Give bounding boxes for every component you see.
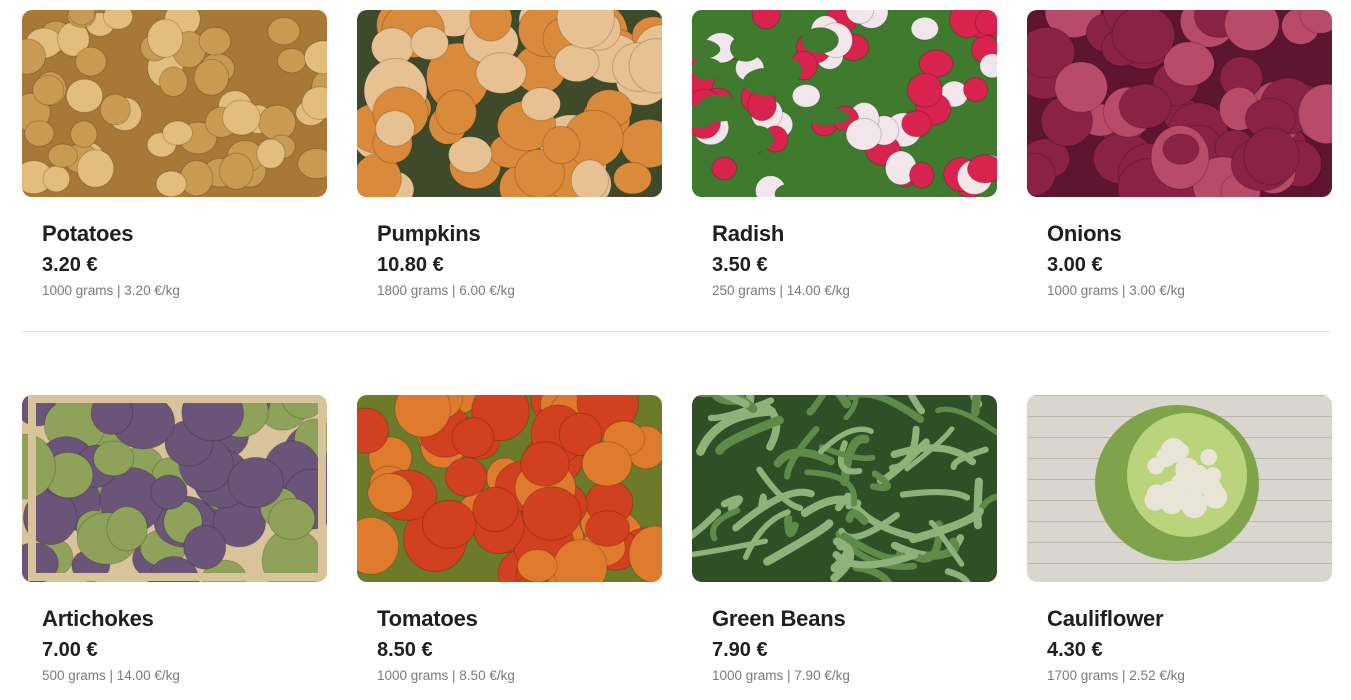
product-unit-price: 1000 grams | 3.00 €/kg bbox=[1047, 283, 1185, 298]
product-price: 3.00 € bbox=[1047, 254, 1103, 276]
potatoes-photo bbox=[22, 10, 327, 197]
artichokes-photo bbox=[22, 395, 327, 582]
product-card-radish[interactable]: Radish 3.50 € 250 grams | 14.00 €/kg bbox=[692, 10, 997, 300]
product-price: 10.80 € bbox=[377, 254, 444, 276]
product-price: 7.00 € bbox=[42, 639, 98, 661]
product-name[interactable]: Onions bbox=[1047, 221, 1332, 247]
product-info: Pumpkins 10.80 € 1800 grams | 6.00 €/kg bbox=[357, 197, 662, 300]
product-price: 4.30 € bbox=[1047, 639, 1103, 661]
product-info: Cauliflower 4.30 € 1700 grams | 2.52 €/k… bbox=[1027, 582, 1332, 685]
product-info: Potatoes 3.20 € 1000 grams | 3.20 €/kg bbox=[22, 197, 327, 300]
product-info: Onions 3.00 € 1000 grams | 3.00 €/kg bbox=[1027, 197, 1332, 300]
product-card-artichokes[interactable]: Artichokes 7.00 € 500 grams | 14.00 €/kg bbox=[22, 395, 327, 685]
product-unit-price: 1000 grams | 7.90 €/kg bbox=[712, 668, 850, 683]
product-price: 3.20 € bbox=[42, 254, 98, 276]
product-info: Tomatoes 8.50 € 1000 grams | 8.50 €/kg bbox=[357, 582, 662, 685]
product-price: 8.50 € bbox=[377, 639, 433, 661]
product-grid: Potatoes 3.20 € 1000 grams | 3.20 €/kg P… bbox=[22, 10, 1332, 685]
product-name[interactable]: Radish bbox=[712, 221, 997, 247]
product-card-pumpkins[interactable]: Pumpkins 10.80 € 1800 grams | 6.00 €/kg bbox=[357, 10, 662, 300]
product-name[interactable]: Tomatoes bbox=[377, 606, 662, 632]
product-unit-price: 1000 grams | 3.20 €/kg bbox=[42, 283, 180, 298]
cauliflower-photo bbox=[1027, 395, 1332, 582]
product-name[interactable]: Artichokes bbox=[42, 606, 327, 632]
product-name[interactable]: Potatoes bbox=[42, 221, 327, 247]
product-price: 3.50 € bbox=[712, 254, 768, 276]
product-info: Green Beans 7.90 € 1000 grams | 7.90 €/k… bbox=[692, 582, 997, 685]
product-unit-price: 1800 grams | 6.00 €/kg bbox=[377, 283, 515, 298]
product-info: Radish 3.50 € 250 grams | 14.00 €/kg bbox=[692, 197, 997, 300]
product-row-1: Potatoes 3.20 € 1000 grams | 3.20 €/kg P… bbox=[22, 10, 1332, 300]
product-unit-price: 250 grams | 14.00 €/kg bbox=[712, 283, 850, 298]
product-row-2: Artichokes 7.00 € 500 grams | 14.00 €/kg… bbox=[22, 395, 1332, 685]
row-divider bbox=[22, 331, 1331, 332]
tomatoes-photo bbox=[357, 395, 662, 582]
product-image[interactable] bbox=[692, 10, 997, 197]
product-image[interactable] bbox=[692, 395, 997, 582]
product-info: Artichokes 7.00 € 500 grams | 14.00 €/kg bbox=[22, 582, 327, 685]
product-card-green-beans[interactable]: Green Beans 7.90 € 1000 grams | 7.90 €/k… bbox=[692, 395, 997, 685]
product-image[interactable] bbox=[1027, 10, 1332, 197]
radish-photo bbox=[692, 10, 997, 197]
product-image[interactable] bbox=[357, 10, 662, 197]
product-name[interactable]: Pumpkins bbox=[377, 221, 662, 247]
product-name[interactable]: Green Beans bbox=[712, 606, 997, 632]
product-card-tomatoes[interactable]: Tomatoes 8.50 € 1000 grams | 8.50 €/kg bbox=[357, 395, 662, 685]
product-image[interactable] bbox=[22, 10, 327, 197]
product-card-potatoes[interactable]: Potatoes 3.20 € 1000 grams | 3.20 €/kg bbox=[22, 10, 327, 300]
product-unit-price: 500 grams | 14.00 €/kg bbox=[42, 668, 180, 683]
product-image[interactable] bbox=[22, 395, 327, 582]
product-image[interactable] bbox=[1027, 395, 1332, 582]
onions-photo bbox=[1027, 10, 1332, 197]
product-card-cauliflower[interactable]: Cauliflower 4.30 € 1700 grams | 2.52 €/k… bbox=[1027, 395, 1332, 685]
product-image[interactable] bbox=[357, 395, 662, 582]
product-unit-price: 1700 grams | 2.52 €/kg bbox=[1047, 668, 1185, 683]
pumpkins-photo bbox=[357, 10, 662, 197]
product-price: 7.90 € bbox=[712, 639, 768, 661]
green-beans-photo bbox=[692, 395, 997, 582]
product-name[interactable]: Cauliflower bbox=[1047, 606, 1332, 632]
product-unit-price: 1000 grams | 8.50 €/kg bbox=[377, 668, 515, 683]
product-card-onions[interactable]: Onions 3.00 € 1000 grams | 3.00 €/kg bbox=[1027, 10, 1332, 300]
